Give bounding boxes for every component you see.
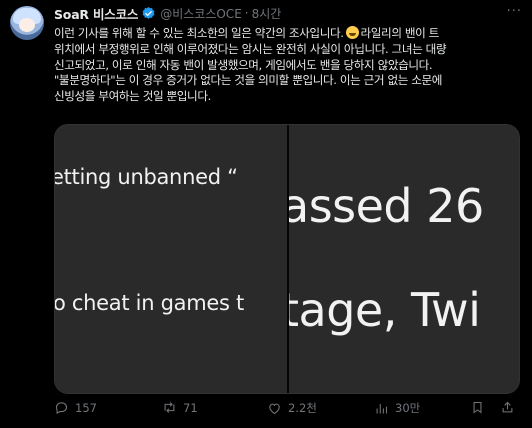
tweet-line: "불분명하다"는 이 경우 증거가 없다는 것을 의미할 뿐입니다. 이는 근거… <box>54 73 443 88</box>
reply-icon <box>55 402 68 415</box>
tweet-line: 신고되었고, 이로 인해 자동 밴이 발생했으며, 게임에서도 밴을 당하지 않… <box>54 57 433 72</box>
tweet-text: 이런 기사를 위해 할 수 있는 최소한의 일은 약간의 조사입니다. 라일리의 … <box>54 26 524 105</box>
media-image-left[interactable]: etting unbanned “ o cheat in games t <box>55 125 287 393</box>
header-separator: · <box>244 6 249 20</box>
tweet-line-segment: 라일리의 밴이 트 <box>360 26 440 40</box>
repost-count: 71 <box>183 400 198 415</box>
heart-icon <box>269 403 280 414</box>
share-icon <box>502 401 513 413</box>
tweet-line-segment: 이런 기사를 위해 할 수 있는 최소한의 일은 약간의 조사입니다. <box>54 26 344 40</box>
tweet-header: SoaR 비스코스 @비스코스OCE · 8시간 <box>54 4 281 22</box>
bookmark-button[interactable] <box>470 400 485 415</box>
author-avatar[interactable] <box>10 6 44 40</box>
views-chart-icon <box>376 403 388 413</box>
repost-icon <box>164 402 175 413</box>
avatar-face <box>19 18 35 32</box>
verified-badge-icon[interactable] <box>141 6 156 21</box>
media-left-text-2: o cheat in games t <box>55 291 244 315</box>
tweet-line: 이런 기사를 위해 할 수 있는 최소한의 일은 약간의 조사입니다. 라일리의 … <box>54 26 524 42</box>
author-name[interactable]: SoaR 비스코스 <box>54 4 138 23</box>
reply-button[interactable]: 157 <box>54 400 97 415</box>
share-button[interactable] <box>500 400 515 415</box>
tweet-line: 위치에서 부정행위로 인해 이루어졌다는 암시는 완전히 사실이 아닙니다. 그… <box>54 41 447 56</box>
crying-face-emoji-icon <box>345 26 359 39</box>
tweet-actions: 157 71 2.2천 30만 <box>54 400 520 418</box>
like-button[interactable]: 2.2천 <box>267 400 317 416</box>
tweet-media[interactable]: etting unbanned “ o cheat in games t ass… <box>54 124 520 394</box>
bookmark-icon <box>473 401 482 414</box>
media-right-text-2: tage, Twi <box>289 283 481 337</box>
tweet-line: 신빙성을 부여하는 것일 뿐입니다. <box>54 89 211 104</box>
author-handle[interactable]: @비스코스OCE <box>160 5 242 22</box>
view-count: 30만 <box>395 401 421 415</box>
media-right-text-1: assed 26 <box>289 179 484 233</box>
reply-count: 157 <box>75 400 97 415</box>
like-count: 2.2천 <box>288 401 317 415</box>
views-button[interactable]: 30만 <box>374 400 420 416</box>
media-left-text-1: etting unbanned “ <box>55 165 238 189</box>
tweet-timestamp[interactable]: 8시간 <box>252 5 282 22</box>
more-options-icon[interactable]: ··· <box>507 4 522 19</box>
repost-button[interactable]: 71 <box>162 400 198 415</box>
media-image-right[interactable]: assed 26 tage, Twi <box>289 125 519 393</box>
